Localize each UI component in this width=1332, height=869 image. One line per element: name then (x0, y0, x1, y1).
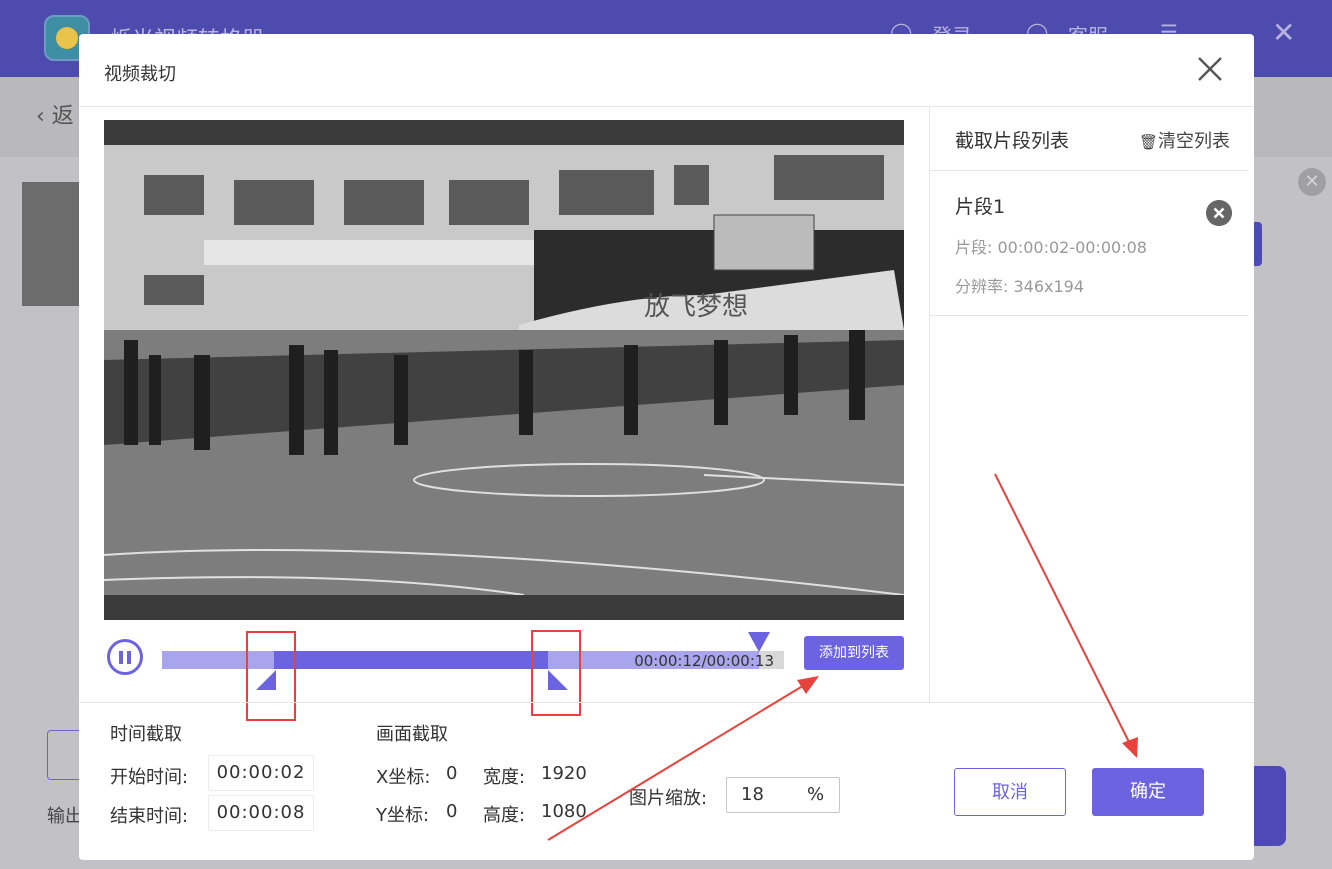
end-time-input[interactable]: 00:00:08 (208, 795, 314, 831)
scale-value: 18 (741, 784, 764, 805)
x-coord-value[interactable]: 0 (446, 763, 457, 784)
divider (79, 702, 1254, 703)
add-to-list-button[interactable]: 添加到列表 (804, 636, 904, 670)
segment-list-title: 截取片段列表 (955, 130, 1070, 152)
width-value[interactable]: 1920 (541, 763, 587, 784)
output-label: 输出 (47, 806, 83, 827)
scale-unit: % (807, 784, 825, 805)
background-input[interactable] (47, 730, 82, 780)
start-time-label: 开始时间: (110, 767, 189, 788)
scale-label: 图片缩放: (629, 788, 708, 809)
cancel-button[interactable]: 取消 (954, 768, 1066, 816)
height-value[interactable]: 1080 (541, 801, 587, 822)
divider (930, 170, 1249, 171)
segment-range: 片段: 00:00:02-00:00:08 (955, 238, 1147, 257)
pause-button[interactable] (107, 639, 143, 675)
background-start-button[interactable] (1250, 766, 1286, 846)
trash-icon: 🗑 (1139, 133, 1159, 151)
time-crop-heading: 时间截取 (110, 724, 182, 745)
ok-button[interactable]: 确定 (1092, 768, 1204, 816)
y-coord-value[interactable]: 0 (446, 801, 457, 822)
end-time-label: 结束时间: (110, 806, 189, 827)
y-coord-label: Y坐标: (376, 805, 430, 826)
divider (930, 315, 1249, 316)
width-label: 宽度: (483, 767, 526, 788)
back-button[interactable]: ‹ 返 (36, 98, 74, 130)
remove-file-icon[interactable]: ✕ (1298, 168, 1326, 196)
video-thumbnail[interactable] (22, 182, 82, 306)
delete-segment-icon[interactable] (1206, 200, 1232, 226)
video-frame: 放飞梦想 (104, 145, 904, 595)
x-coord-label: X坐标: (376, 767, 431, 788)
annotation-box-end (531, 630, 581, 716)
divider (929, 107, 930, 702)
time-display: 00:00:12/00:00:13 (634, 652, 774, 670)
segment-resolution: 分辨率: 346x194 (955, 277, 1085, 296)
divider (79, 106, 1254, 107)
frame-crop-heading: 画面截取 (376, 724, 448, 745)
crop-dialog: 视频裁切 放飞梦想 00:00:12/00:00:13 添加到列表 时间截取 开… (79, 34, 1254, 860)
annotation-box-start (246, 631, 296, 721)
close-icon[interactable] (1195, 54, 1225, 84)
banner-text: 放飞梦想 (644, 292, 748, 322)
dialog-title: 视频裁切 (104, 64, 176, 85)
timeline-selection (273, 651, 548, 669)
scale-input[interactable]: 18 % (726, 777, 840, 813)
app-close-icon[interactable]: ✕ (1272, 16, 1295, 49)
video-preview[interactable]: 放飞梦想 (104, 120, 904, 620)
clear-list-button[interactable]: 🗑清空列表 (1139, 127, 1230, 153)
segment-name: 片段1 (955, 196, 1006, 218)
start-time-input[interactable]: 00:00:02 (208, 755, 314, 791)
height-label: 高度: (483, 805, 526, 826)
playhead-marker[interactable] (748, 632, 771, 652)
